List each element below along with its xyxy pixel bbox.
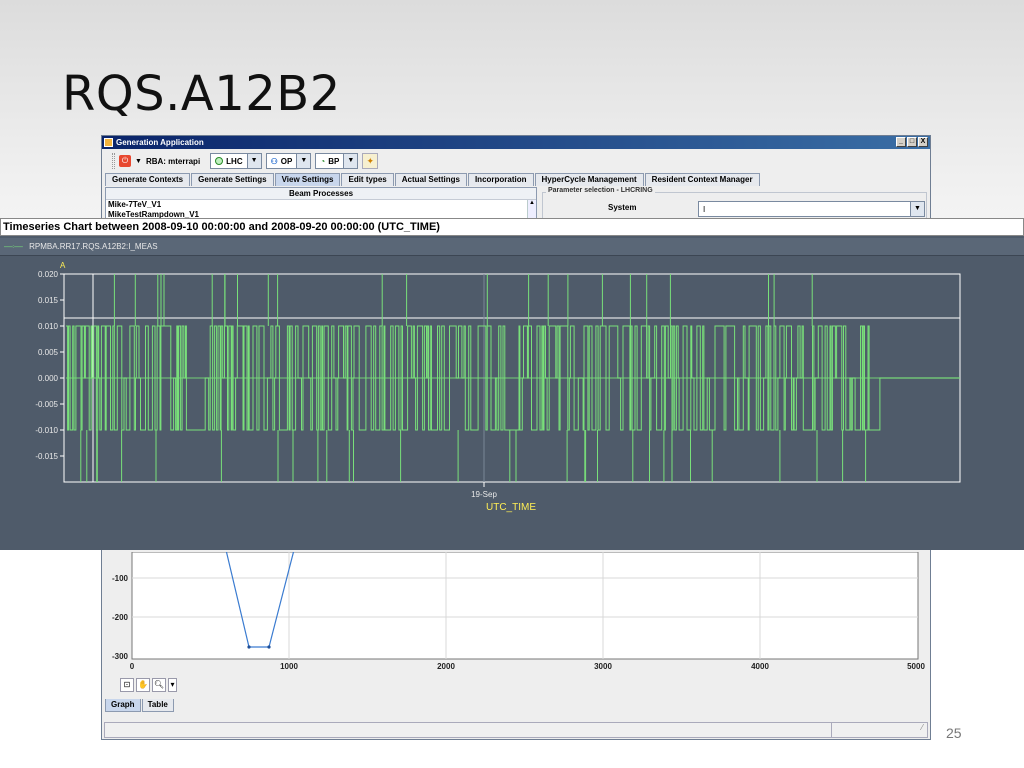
function-plot-area [131,552,919,660]
caret-down-icon[interactable]: ▼ [135,158,142,165]
graph-toolbar: ⊡ ✋ 🔍︎ ▾ [120,678,177,692]
caret-down-icon[interactable]: ▾ [168,678,177,692]
system-value: I [703,204,706,214]
tab-actual-settings[interactable]: Actual Settings [394,173,467,186]
refresh-tool-button[interactable]: ✦ [362,153,379,169]
function-chart-svg: -100 -200 -300 0 1000 2000 3000 4000 500… [112,552,925,671]
chevron-down-icon[interactable]: ▼ [246,154,261,168]
beam-value: BP [328,156,340,166]
zoom-icon[interactable]: 🔍︎ [152,678,166,692]
parameter-selection-panel: Parameter selection - LHCRING System I ▼ [542,187,927,221]
y-tick-label: 0.005 [38,348,59,357]
x-tick-label: 4000 [751,662,769,671]
close-button[interactable]: X [918,137,928,147]
fit-view-icon[interactable]: ⊡ [120,678,134,692]
slide-title: RQS.A12B2 [62,66,341,122]
accelerator-radio-icon [215,157,224,165]
x-tick-label: 0 [130,662,135,671]
function-point[interactable] [247,645,251,649]
window-titlebar: Generation Application _ □ X [102,136,930,149]
timeseries-plot: 0.020 0.015 0.010 0.005 0.000 -0.005 -0.010 -0.… [0,256,1024,550]
status-bar: ⁄ [104,722,928,738]
timeseries-header: Timeseries Chart between 2008-09-10 00:0… [0,218,1024,236]
series-line [66,274,960,482]
toolbar-grip[interactable] [112,153,115,169]
graph-table-tabs: Graph Table [105,699,175,712]
list-item[interactable]: Mike-7TeV_V1 [106,200,536,210]
y-tick-label: 0.020 [38,270,59,279]
y-tick-label: -100 [112,574,129,583]
chevron-down-icon[interactable]: ▼ [910,202,924,216]
y-axis-unit: A [60,261,66,270]
x-tick-label: 2000 [437,662,455,671]
y-tick-label: -0.005 [35,400,58,409]
system-combo[interactable]: I ▼ [698,201,925,217]
maximize-button[interactable]: □ [907,137,917,147]
parameter-selection-legend: Parameter selection - LHCRING [546,187,655,194]
timeseries-window: Timeseries Chart between 2008-09-10 00:0… [0,218,1024,550]
mode-combo[interactable]: ⚇ OP ▼ [265,153,312,169]
beam-processes-list: Beam Processes Mike-7TeV_V1 MikeTestRamp… [105,187,537,222]
page-number: 25 [946,725,962,741]
y-tick-label: -200 [112,613,129,622]
legend-series-label: RPMBA.RR17.RQS.A12B2:I_MEAS [29,242,158,251]
x-tick-label: 5000 [907,662,925,671]
tab-generate-contexts[interactable]: Generate Contexts [105,173,191,186]
rba-user-label: RBA: mterrapi [145,156,201,166]
mode-value: OP [280,156,293,166]
tab-hypercycle-management[interactable]: HyperCycle Management [534,173,644,186]
x-tick-label: 3000 [594,662,612,671]
mode-icon: ⚇ [270,156,278,166]
y-tick-label: 0.010 [38,322,59,331]
system-label: System [608,203,637,212]
y-tick-label: 0.000 [38,374,59,383]
x-tick-label: 19-Sep [471,490,497,499]
power-icon[interactable]: ⏻ [119,155,131,167]
y-tick-label: -0.010 [35,426,58,435]
accelerator-combo[interactable]: LHC ▼ [210,153,262,169]
x-axis-title: UTC_TIME [486,502,536,513]
function-point[interactable] [267,645,271,649]
chevron-down-icon[interactable]: ▼ [296,154,311,168]
y-tick-label: -0.015 [35,452,58,461]
y-tick-label: 0.015 [38,296,59,305]
accelerator-value: LHC [226,156,243,166]
tab-incorporation[interactable]: Incorporation [467,173,534,186]
tab-view-settings[interactable]: View Settings [274,173,341,186]
tab-graph[interactable]: Graph [105,699,141,712]
tab-generate-settings[interactable]: Generate Settings [191,173,274,186]
resize-grip-icon[interactable]: ⁄ [831,723,927,737]
timeseries-legend: —◦— RPMBA.RR17.RQS.A12B2:I_MEAS [0,238,1024,256]
tab-edit-types[interactable]: Edit types [341,173,394,186]
legend-line-icon: —◦— [4,242,23,251]
x-tick-label: 1000 [280,662,298,671]
tab-table[interactable]: Table [141,699,174,712]
pan-hand-icon[interactable]: ✋ [136,678,150,692]
tab-resident-context-manager[interactable]: Resident Context Manager [644,173,760,186]
function-chart: -100 -200 -300 0 1000 2000 3000 4000 500… [104,552,926,700]
main-tabs: Generate Contexts Generate Settings View… [105,173,761,186]
app-icon [104,138,113,147]
main-toolbar: ⏻ ▼ RBA: mterrapi LHC ▼ ⚇ OP ▼ ◔ BP ▼ ✦ [102,149,930,173]
chevron-down-icon[interactable]: ▼ [343,154,358,168]
minimize-button[interactable]: _ [896,137,906,147]
y-tick-label: -300 [112,652,129,661]
window-title: Generation Application [116,138,204,147]
beam-icon: ◔ [320,156,326,166]
beam-combo[interactable]: ◔ BP ▼ [315,153,359,169]
beam-processes-header: Beam Processes [106,188,536,200]
timeseries-chart-svg: 0.020 0.015 0.010 0.005 0.000 -0.005 -0.010 -0.… [35,261,961,513]
